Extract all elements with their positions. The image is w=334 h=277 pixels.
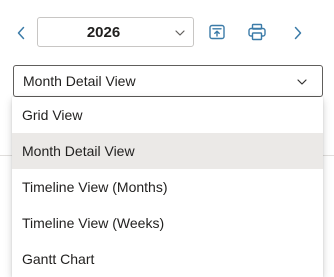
next-year-button[interactable] <box>286 20 310 46</box>
option-month-detail-view[interactable]: Month Detail View <box>12 133 323 169</box>
year-select[interactable]: 2026 <box>37 17 194 47</box>
printer-icon <box>248 23 266 41</box>
chevron-right-icon <box>294 26 302 40</box>
previous-year-button[interactable] <box>9 20 33 46</box>
chevron-down-icon <box>297 79 307 85</box>
go-to-today-icon <box>209 24 225 40</box>
chevron-down-icon <box>175 30 185 36</box>
year-value: 2026 <box>86 23 121 41</box>
view-select-value: Month Detail View <box>23 73 136 89</box>
option-gantt-chart[interactable]: Gantt Chart <box>12 241 323 277</box>
view-select[interactable]: Month Detail View <box>13 65 323 97</box>
go-to-today-button[interactable] <box>207 22 227 42</box>
option-grid-view[interactable]: Grid View <box>12 97 323 133</box>
option-timeline-view-months[interactable]: Timeline View (Months) <box>12 169 323 205</box>
chevron-left-icon <box>17 26 25 40</box>
option-timeline-view-weeks[interactable]: Timeline View (Weeks) <box>12 205 323 241</box>
background-divider <box>0 155 12 156</box>
view-dropdown-menu: Grid View Month Detail View Timeline Vie… <box>12 97 323 277</box>
background-divider <box>323 155 334 156</box>
print-button[interactable] <box>247 22 267 42</box>
calendar-toolbar: 2026 <box>0 0 334 66</box>
